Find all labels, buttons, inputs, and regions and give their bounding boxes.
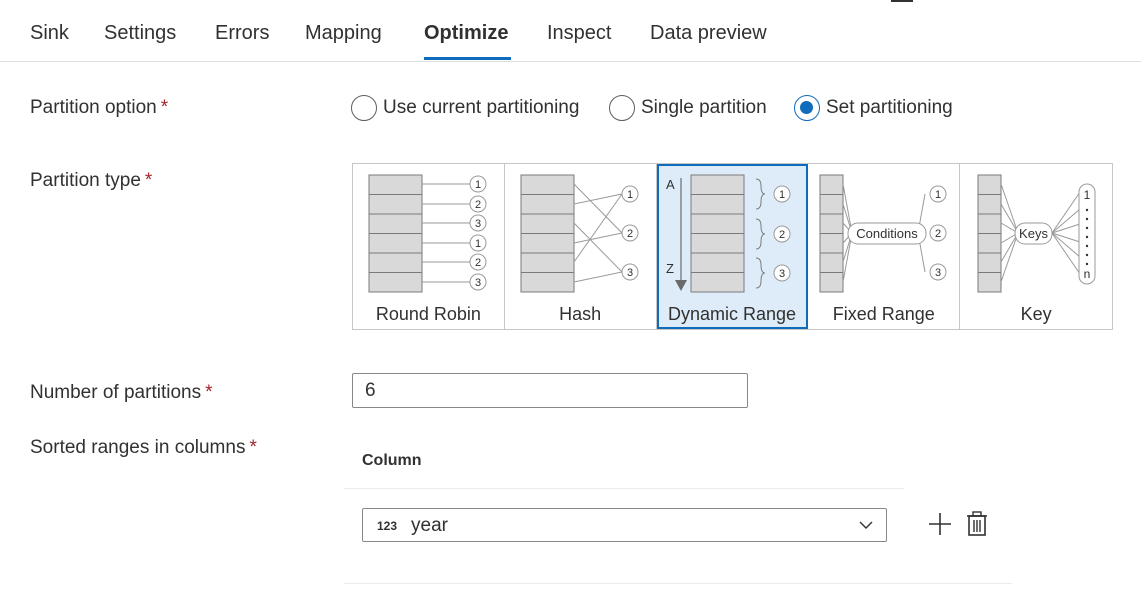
- column-header: Column: [362, 452, 422, 469]
- divider: [344, 488, 904, 489]
- partition-type-dynamic-range[interactable]: A Z 1 2 3 Dynamic Range: [656, 164, 809, 329]
- sorted-ranges-label: Sorted ranges in columns *: [30, 437, 257, 459]
- fr-num: 3: [935, 267, 941, 279]
- number-of-partitions-input[interactable]: 6: [352, 373, 748, 408]
- tab-inspect[interactable]: Inspect: [547, 22, 611, 45]
- radio-label: Set partitioning: [826, 97, 953, 118]
- radio-single-partition[interactable]: Single partition: [609, 94, 767, 122]
- dynamic-range-diagram: A Z 1 2 3: [666, 174, 791, 293]
- rr-num: 2: [475, 199, 481, 211]
- radio-label: Use current partitioning: [383, 97, 580, 118]
- add-icon[interactable]: [928, 512, 952, 541]
- fr-num: 2: [935, 228, 941, 240]
- delete-icon[interactable]: [966, 511, 988, 542]
- chevron-down-icon: [859, 521, 873, 529]
- partition-type-label: Partition type *: [30, 170, 152, 192]
- key-last: n: [1084, 267, 1091, 281]
- tab-mapping[interactable]: Mapping: [305, 22, 382, 45]
- column-select-value: year: [411, 515, 448, 536]
- rr-num: 1: [475, 179, 481, 191]
- tab-bar: Sink Settings Errors Mapping Optimize In…: [0, 0, 1141, 62]
- fixed-range-diagram: Conditions 1 2 3: [819, 174, 947, 293]
- column-select[interactable]: 123 year: [362, 508, 887, 542]
- partition-option-label-text: Partition option: [30, 97, 157, 118]
- radio-icon[interactable]: [609, 95, 635, 121]
- rr-num: 3: [475, 277, 481, 289]
- numeric-type-icon: 123: [377, 519, 398, 533]
- dr-end: Z: [666, 261, 674, 276]
- required-marker: *: [205, 382, 213, 403]
- required-marker: *: [249, 437, 257, 458]
- partition-type-picker: 1 2 3 1 2 3 Round Robin 1 2 3 Hash A Z 1…: [352, 163, 1113, 330]
- dr-num: 3: [779, 268, 785, 280]
- partition-type-hash[interactable]: 1 2 3 Hash: [504, 164, 657, 329]
- tab-settings[interactable]: Settings: [104, 22, 176, 45]
- partition-type-label-hash: Hash: [559, 304, 602, 324]
- tab-errors[interactable]: Errors: [215, 22, 269, 45]
- tab-optimize[interactable]: Optimize: [424, 22, 508, 45]
- active-tab-indicator: [424, 57, 511, 60]
- key-diagram: Keys 1 n: [977, 174, 1096, 293]
- divider: [344, 583, 1012, 584]
- fr-num: 1: [935, 189, 941, 201]
- dr-num: 1: [779, 189, 785, 201]
- hash-num: 2: [627, 228, 633, 240]
- partition-option-label: Partition option *: [30, 97, 168, 119]
- partition-type-key[interactable]: Keys 1 n Key: [960, 164, 1112, 329]
- radio-use-current-partitioning[interactable]: Use current partitioning: [351, 94, 579, 122]
- fr-box: Conditions: [857, 226, 919, 241]
- hash-num: 1: [627, 189, 633, 201]
- required-marker: *: [144, 170, 153, 191]
- round-robin-diagram: 1 2 3 1 2 3: [368, 174, 487, 293]
- radio-set-partitioning[interactable]: Set partitioning: [794, 94, 953, 122]
- dr-num: 2: [779, 229, 785, 241]
- key-first: 1: [1084, 188, 1091, 202]
- rr-num: 1: [475, 238, 481, 250]
- partition-type-round-robin[interactable]: 1 2 3 1 2 3 Round Robin: [353, 164, 505, 329]
- number-of-partitions-label-text: Number of partitions: [30, 382, 202, 403]
- partition-type-label-key: Key: [1020, 304, 1052, 324]
- radio-label: Single partition: [641, 97, 767, 118]
- radio-icon[interactable]: [794, 95, 820, 121]
- dr-start: A: [666, 177, 675, 192]
- rr-num: 2: [475, 257, 481, 269]
- partition-type-label-round-robin: Round Robin: [375, 304, 481, 324]
- number-of-partitions-label: Number of partitions *: [30, 382, 212, 404]
- tab-data-preview[interactable]: Data preview: [650, 22, 767, 45]
- sorted-ranges-label-text: Sorted ranges in columns: [30, 437, 246, 458]
- hash-num: 3: [627, 267, 633, 279]
- tab-sink[interactable]: Sink: [30, 22, 69, 45]
- radio-icon[interactable]: [351, 95, 377, 121]
- partition-type-label-dynamic-range: Dynamic Range: [667, 304, 797, 324]
- top-marker: [891, 0, 913, 2]
- hash-diagram: 1 2 3: [520, 174, 639, 293]
- partition-type-label-fixed-range: Fixed Range: [832, 304, 935, 324]
- partition-type-label-text: Partition type: [30, 170, 141, 191]
- partition-type-fixed-range[interactable]: Conditions 1 2 3 Fixed Range: [808, 164, 961, 329]
- key-box: Keys: [1019, 226, 1048, 241]
- rr-num: 3: [475, 218, 481, 230]
- required-marker: *: [160, 97, 169, 118]
